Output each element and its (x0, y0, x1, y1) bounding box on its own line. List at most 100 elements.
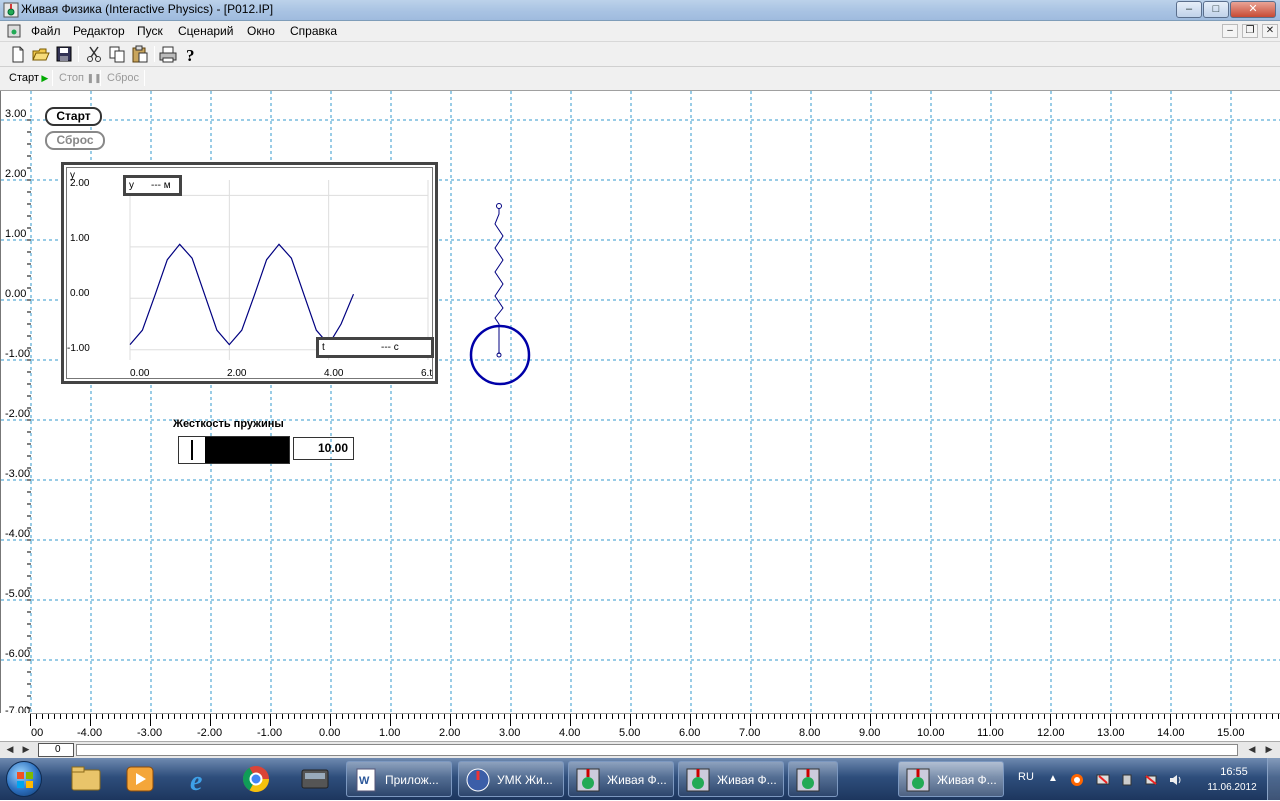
menu-run[interactable]: Пуск (137, 24, 163, 38)
ruler-label: 10.00 (917, 727, 945, 739)
y-axis-label: 2.00 (5, 168, 27, 180)
language-indicator[interactable]: RU (1018, 771, 1034, 783)
ruler-label: -1.00 (257, 727, 283, 739)
taskbar: e W Прилож... УМК Жи... Живая Ф... Живая… (0, 758, 1280, 800)
scanner-icon[interactable] (289, 762, 341, 796)
physics-app-icon (466, 768, 490, 792)
spring[interactable] (494, 208, 504, 354)
task-label: Живая Ф... (717, 773, 777, 787)
mdi-restore-button[interactable]: ❐ (1242, 24, 1258, 38)
scroll-left-arrow-icon[interactable]: ◀ (3, 743, 17, 757)
slider-value-field[interactable]: 10.00 (293, 437, 354, 460)
scroll-right-arrow-icon[interactable]: ▶ (19, 743, 33, 757)
taskbar-task-physics-active[interactable]: Живая Ф... (898, 761, 1004, 797)
y-axis-label: -7.00 (5, 705, 31, 713)
windows-start-button[interactable] (6, 761, 42, 797)
y-axis-label: 0.00 (5, 288, 27, 300)
paste-icon[interactable] (130, 45, 150, 64)
spring-mass-system[interactable] (461, 196, 541, 396)
taskbar-task-physics-3[interactable] (788, 761, 838, 797)
physics-app-icon (796, 768, 820, 792)
chrome-icon[interactable] (230, 762, 282, 796)
open-icon[interactable] (31, 45, 51, 64)
graph-y-tick: -1.00 (67, 343, 90, 354)
save-icon[interactable] (54, 45, 74, 64)
graph-y-readout: y --- м (123, 175, 182, 196)
horizontal-scrollbar[interactable]: ◀ ▶ 0 ◀ ▶ (0, 741, 1280, 758)
pause-icon: ❚❚ (83, 73, 102, 83)
tray-expand-icon[interactable]: ▲ (1048, 773, 1062, 787)
run-reset-button[interactable]: Сброс (107, 72, 139, 84)
new-icon[interactable] (8, 45, 28, 64)
toolbar: ? (0, 42, 1280, 67)
menu-window[interactable]: Окно (247, 24, 275, 38)
spring-stiffness-slider[interactable] (178, 436, 290, 464)
mdi-close-button[interactable]: ✕ (1262, 24, 1278, 38)
scroll-left-arrow-icon[interactable]: ◀ (1245, 743, 1259, 757)
reset-button[interactable]: Сброс (45, 131, 105, 150)
ruler-label: 11.00 (977, 727, 1004, 739)
ruler-label: 3.00 (499, 727, 521, 739)
menu-script[interactable]: Сценарий (178, 24, 233, 38)
document-icon[interactable] (7, 24, 21, 38)
close-button[interactable]: ✕ (1230, 1, 1276, 18)
network-icon[interactable] (1096, 773, 1110, 787)
x-ruler: 00 -4.00 -3.00 -2.00 -1.00 0.00 1.00 2.0… (30, 713, 1280, 741)
graph-window[interactable]: y 2.00 1.00 0.00 -1.00 0.00 2.00 4.00 6.… (61, 162, 438, 384)
ruler-label: 2.00 (439, 727, 461, 739)
y-axis-label: -1.00 (5, 348, 31, 360)
media-player-icon[interactable] (114, 762, 166, 796)
explorer-icon[interactable] (60, 762, 112, 796)
menu-editor[interactable]: Редактор (73, 24, 125, 38)
clock-date[interactable]: 11.06.2012 (1200, 782, 1264, 793)
simulation-workspace[interactable]: 3.00 2.00 1.00 0.00 -1.00 -2.00 -3.00 -4… (0, 91, 1280, 713)
scroll-position-field[interactable]: 0 (38, 743, 74, 757)
graph-y-tick: 1.00 (70, 233, 90, 244)
ruler-label: 9.00 (859, 727, 881, 739)
action-center-icon[interactable] (1144, 773, 1158, 787)
menu-file[interactable]: Файл (31, 24, 61, 38)
minimize-button[interactable]: – (1176, 1, 1202, 18)
scroll-track[interactable] (76, 744, 1238, 756)
menu-help[interactable]: Справка (290, 24, 337, 38)
usb-device-icon[interactable] (1120, 773, 1134, 787)
mass-ball[interactable] (469, 324, 531, 386)
volume-icon[interactable] (1168, 773, 1182, 787)
run-start-button[interactable]: Старт ▶ (9, 72, 48, 84)
svg-text:e: e (190, 766, 202, 796)
show-desktop-button[interactable] (1267, 758, 1280, 800)
internet-explorer-icon[interactable]: e (176, 762, 228, 796)
anchor-point[interactable] (496, 203, 502, 209)
taskbar-task-physics-1[interactable]: Живая Ф... (568, 761, 674, 797)
start-button[interactable]: Старт (45, 107, 102, 126)
graph-x-tick: 0.00 (130, 368, 150, 379)
app-icon (3, 2, 19, 18)
taskbar-task-word[interactable]: W Прилож... (346, 761, 452, 797)
graph-x-readout-value: --- с (381, 342, 399, 353)
clock-time[interactable]: 16:55 (1208, 766, 1260, 778)
copy-icon[interactable] (107, 45, 127, 64)
y-axis-label: -6.00 (5, 648, 31, 660)
cut-icon[interactable] (84, 45, 104, 64)
print-icon[interactable] (158, 45, 178, 64)
graph-x-readout-name: t (322, 342, 325, 353)
slider-thumb[interactable] (191, 440, 193, 460)
maximize-button[interactable]: □ (1203, 1, 1229, 18)
scroll-right-arrow-icon[interactable]: ▶ (1262, 743, 1276, 757)
ruler-label: 13.00 (1097, 727, 1125, 739)
task-label: Живая Ф... (937, 773, 997, 787)
taskbar-task-physics-2[interactable]: Живая Ф... (678, 761, 784, 797)
graph-x-readout: t --- с (316, 337, 434, 358)
mdi-minimize-button[interactable]: – (1222, 24, 1238, 38)
graph-series-line (129, 243, 355, 346)
runbar-separator (100, 70, 101, 86)
help-icon[interactable]: ? (181, 45, 201, 64)
ruler-label: 12.00 (1037, 727, 1065, 739)
taskbar-task-umk[interactable]: УМК Жи... (458, 761, 564, 797)
y-axis-label: -4.00 (5, 528, 31, 540)
antivirus-icon[interactable] (1070, 773, 1084, 787)
window-title: Живая Физика (Interactive Physics) - [P0… (21, 2, 274, 16)
svg-text:?: ? (186, 46, 195, 64)
title-bar: Живая Физика (Interactive Physics) - [P0… (0, 0, 1280, 21)
run-stop-button[interactable]: Стоп ❚❚ (59, 72, 102, 84)
